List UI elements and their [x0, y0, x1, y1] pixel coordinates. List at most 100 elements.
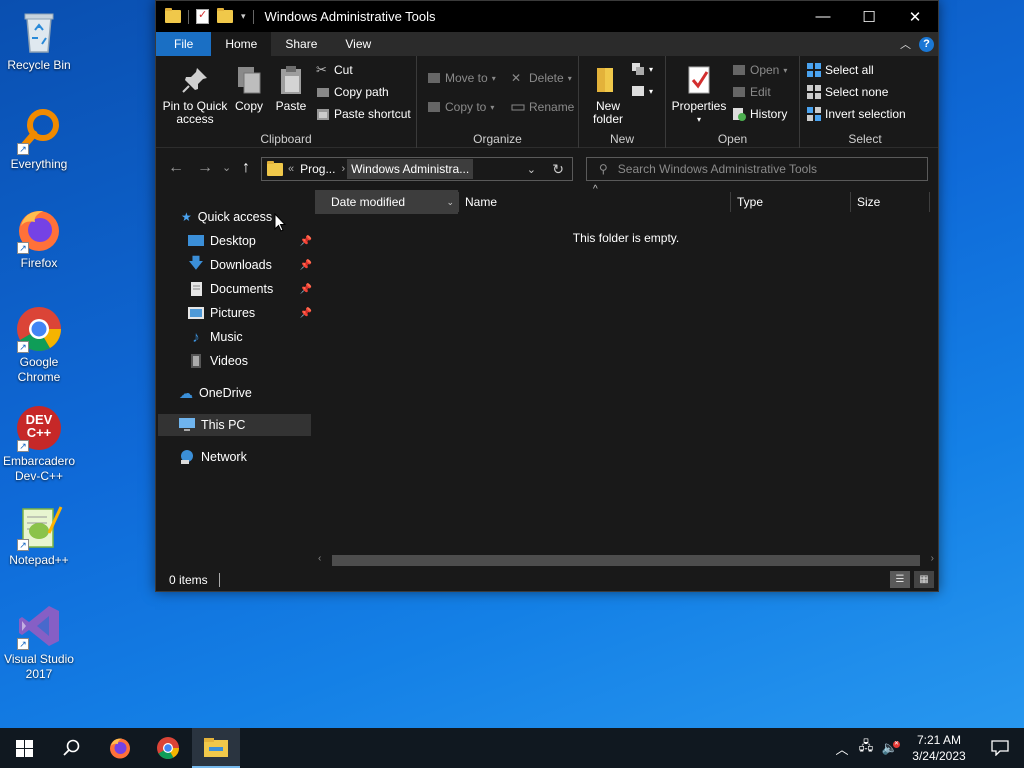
address-dropdown-icon[interactable]: ⌄: [527, 163, 536, 176]
easy-access-button[interactable]: ▾: [631, 84, 653, 98]
pin-icon[interactable]: 📌: [300, 284, 312, 295]
action-center-button[interactable]: [976, 740, 1024, 756]
address-bar[interactable]: « Prog... › Windows Administra... ⌄ ↻: [261, 157, 573, 181]
show-hidden-icons-chevron-icon[interactable]: ︿: [830, 739, 854, 758]
breadcrumb-chevron-icon[interactable]: ›: [339, 163, 347, 175]
horizontal-scrollbar[interactable]: ‹ ›: [314, 552, 938, 569]
delete-button[interactable]: ✕ Delete ▾: [511, 71, 572, 85]
desktop-icon-recycle-bin[interactable]: Recycle Bin: [0, 8, 78, 73]
select-all-button[interactable]: Select all: [807, 63, 874, 77]
desktop-icon-visual-studio[interactable]: ↗ Visual Studio 2017: [0, 602, 78, 682]
network-status-icon[interactable]: 🖧: [854, 737, 878, 759]
pin-to-quick-access-button[interactable]: Pin to Quick access: [162, 64, 228, 126]
title-bar[interactable]: ▾ Windows Administrative Tools — ☐ ✕: [156, 1, 938, 32]
new-folder-icon[interactable]: [217, 8, 233, 23]
shortcut-arrow-icon: ↗: [17, 638, 29, 650]
nav-documents[interactable]: Documents 📌: [188, 278, 312, 300]
nav-onedrive[interactable]: ☁ OneDrive: [179, 382, 252, 404]
search-box[interactable]: ⚲ Search Windows Administrative Tools: [586, 157, 928, 181]
taskbar-chrome[interactable]: [144, 728, 192, 768]
nav-music[interactable]: ♪ Music: [188, 326, 242, 348]
desktop-icon-devcpp[interactable]: DEV C++ ↗ Embarcadero Dev-C++: [0, 404, 78, 484]
large-icons-view-icon[interactable]: ▦: [914, 571, 934, 588]
back-button[interactable]: ←: [168, 159, 184, 177]
properties-button[interactable]: Properties ▾: [672, 64, 726, 126]
status-bar: 0 items ☰ ▦: [156, 568, 938, 591]
tab-file[interactable]: File: [156, 32, 212, 56]
search-taskbar-button[interactable]: [48, 728, 96, 768]
rename-button[interactable]: Rename: [511, 100, 574, 114]
tab-share[interactable]: Share: [271, 32, 331, 56]
up-button[interactable]: ↑: [242, 159, 250, 177]
status-divider: [218, 572, 220, 587]
taskbar-firefox[interactable]: [96, 728, 144, 768]
move-to-button[interactable]: Move to ▾: [427, 71, 496, 85]
view-buttons: ☰ ▦: [890, 571, 934, 588]
scroll-right-icon[interactable]: ›: [931, 553, 934, 564]
column-name[interactable]: Name ^: [459, 184, 730, 214]
history-button[interactable]: History: [732, 107, 787, 121]
desktop-icon-chrome[interactable]: ↗ Google Chrome: [0, 305, 78, 385]
copy-path-button[interactable]: Copy path: [316, 85, 389, 99]
volume-muted-icon[interactable]: 🔈 ✕: [878, 740, 902, 756]
new-item-button[interactable]: ▾: [631, 62, 653, 76]
new-folder-button[interactable]: New folder: [589, 64, 627, 126]
invert-selection-button[interactable]: Invert selection: [807, 107, 906, 121]
maximize-button[interactable]: ☐: [846, 1, 892, 32]
shortcut-arrow-icon: ↗: [17, 242, 29, 254]
desktop-icon-everything[interactable]: ↗ Everything: [0, 107, 78, 172]
select-none-button[interactable]: Select none: [807, 85, 888, 99]
column-date-modified[interactable]: Date modified ⌄: [315, 190, 458, 214]
ribbon-group-label: Clipboard: [260, 132, 312, 146]
properties-icon[interactable]: [196, 8, 209, 24]
scrollbar-thumb[interactable]: [332, 555, 920, 566]
close-button[interactable]: ✕: [892, 1, 938, 32]
recent-locations-button[interactable]: ⌄: [222, 161, 231, 174]
breadcrumb-current-folder[interactable]: Windows Administra...: [347, 159, 474, 179]
nav-label: Pictures: [210, 306, 256, 320]
nav-quick-access[interactable]: ★ Quick access: [181, 206, 272, 228]
cut-button[interactable]: ✂ Cut: [316, 63, 353, 78]
nav-label: This PC: [201, 418, 246, 432]
refresh-icon[interactable]: ↻: [552, 161, 564, 178]
address-overflow-chevron-icon[interactable]: «: [286, 163, 296, 175]
tab-home[interactable]: Home: [211, 32, 272, 56]
details-view-icon[interactable]: ☰: [890, 571, 910, 588]
paste-button[interactable]: Paste: [273, 64, 309, 113]
nav-downloads[interactable]: 🡇 Downloads 📌: [188, 254, 312, 276]
column-divider[interactable]: [929, 192, 930, 212]
desktop-icon-firefox[interactable]: ↗ Firefox: [0, 206, 78, 271]
nav-desktop[interactable]: Desktop 📌: [188, 230, 312, 252]
paste-shortcut-button[interactable]: Paste shortcut: [316, 107, 411, 121]
pin-icon[interactable]: 📌: [300, 236, 312, 247]
edit-button[interactable]: Edit: [732, 85, 771, 99]
column-type[interactable]: Type: [731, 190, 850, 214]
copy-to-button[interactable]: Copy to ▾: [427, 100, 494, 114]
tab-view[interactable]: View: [331, 32, 385, 56]
help-icon[interactable]: ?: [919, 36, 934, 52]
nav-videos[interactable]: Videos: [188, 350, 248, 372]
taskbar-file-explorer[interactable]: [192, 728, 240, 768]
customize-toolbar-chevron-icon[interactable]: ▾: [241, 11, 246, 22]
nav-this-pc[interactable]: This PC: [158, 414, 311, 436]
nav-pictures[interactable]: Pictures 📌: [188, 302, 312, 324]
nav-network[interactable]: Network: [179, 446, 247, 468]
start-button[interactable]: [0, 728, 48, 768]
scroll-left-icon[interactable]: ‹: [318, 553, 321, 564]
column-filter-chevron-icon[interactable]: ⌄: [446, 197, 454, 208]
clock-time: 7:21 AM: [916, 733, 962, 747]
pin-icon[interactable]: 📌: [300, 260, 312, 271]
paste-shortcut-label: Paste shortcut: [334, 107, 411, 121]
pin-icon[interactable]: 📌: [300, 308, 312, 319]
clock[interactable]: 7:21 AM 3/24/2023: [902, 732, 976, 764]
system-tray: ︿ 🖧 🔈 ✕ 7:21 AM 3/24/2023: [830, 728, 1024, 768]
column-size[interactable]: Size: [851, 190, 929, 214]
forward-button[interactable]: →: [197, 159, 213, 177]
open-button[interactable]: Open ▾: [732, 63, 787, 77]
minimize-button[interactable]: —: [800, 1, 846, 32]
desktop-icon-notepadpp[interactable]: ↗ Notepad++: [0, 503, 78, 568]
copy-button[interactable]: Copy: [232, 64, 266, 113]
window-title: Windows Administrative Tools: [264, 9, 436, 24]
breadcrumb-program-data[interactable]: Prog...: [296, 162, 339, 176]
minimize-ribbon-chevron-icon[interactable]: ︿: [900, 36, 911, 52]
